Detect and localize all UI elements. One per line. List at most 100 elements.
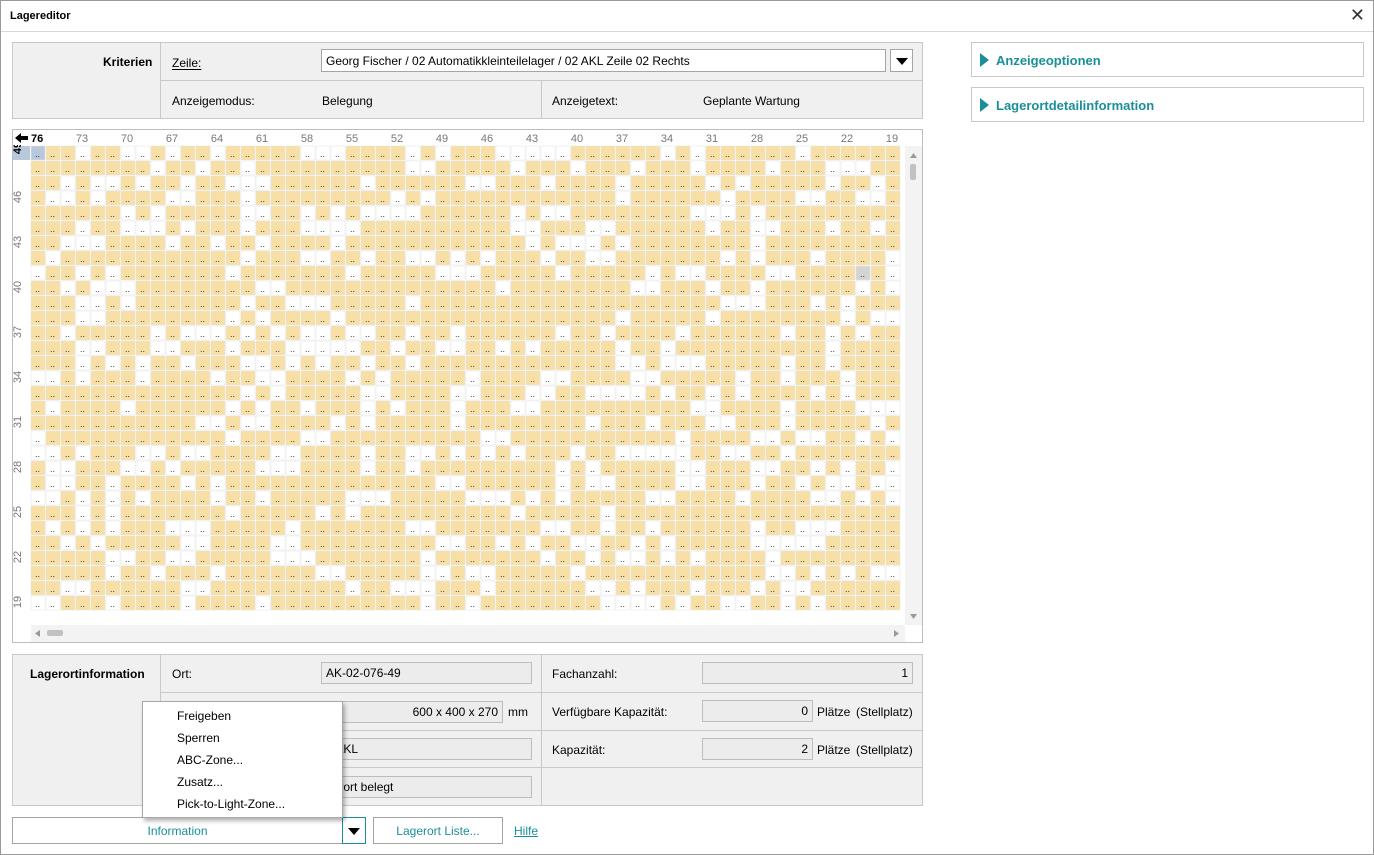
cell-marker: .. bbox=[230, 224, 235, 234]
available-capacity-unit-type: (Stellplatz) bbox=[856, 705, 913, 719]
cell-marker: .. bbox=[665, 359, 670, 369]
cell-marker: .. bbox=[155, 569, 160, 579]
cell-marker: .. bbox=[365, 404, 370, 414]
row-select[interactable]: Georg Fischer / 02 Automatikkleinteilela… bbox=[321, 49, 886, 72]
cell-marker: .. bbox=[350, 554, 355, 564]
cell-marker: .. bbox=[590, 434, 595, 444]
storage-grid[interactable]: ........................................… bbox=[12, 129, 923, 643]
cell-marker: .. bbox=[125, 599, 130, 609]
cell-marker: .. bbox=[740, 314, 745, 324]
column-label: 25 bbox=[796, 133, 808, 145]
cell-marker: .. bbox=[680, 194, 685, 204]
cell-marker: .. bbox=[545, 254, 550, 264]
cell-marker: .. bbox=[695, 344, 700, 354]
cell-marker: .. bbox=[440, 359, 445, 369]
cell-marker: .. bbox=[560, 389, 565, 399]
cell-marker: .. bbox=[455, 314, 460, 324]
cell-marker: .. bbox=[575, 329, 580, 339]
location-list-button[interactable]: Lagerort Liste... bbox=[373, 817, 503, 844]
cell-marker: .. bbox=[530, 149, 535, 159]
cell-marker: .. bbox=[740, 404, 745, 414]
cell-marker: .. bbox=[635, 554, 640, 564]
cell-marker: .. bbox=[485, 359, 490, 369]
column-label: 46 bbox=[481, 133, 493, 145]
menu-item-abc-zone[interactable]: ABC-Zone... bbox=[177, 753, 243, 767]
cell-marker: .. bbox=[440, 239, 445, 249]
cell-marker: .. bbox=[290, 179, 295, 189]
cell-marker: .. bbox=[155, 584, 160, 594]
cell-marker: .. bbox=[665, 179, 670, 189]
cell-marker: .. bbox=[35, 164, 40, 174]
menu-item-lock[interactable]: Sperren bbox=[177, 731, 220, 745]
storage-grid-canvas[interactable]: ........................................… bbox=[13, 130, 923, 643]
cell-marker: .. bbox=[410, 554, 415, 564]
cell-marker: .. bbox=[320, 164, 325, 174]
vertical-scroll-thumb[interactable] bbox=[910, 164, 916, 180]
cell-marker: .. bbox=[830, 164, 835, 174]
cell-marker: .. bbox=[530, 509, 535, 519]
cell-marker: .. bbox=[575, 239, 580, 249]
column-label: 67 bbox=[166, 133, 178, 145]
cell-marker: .. bbox=[530, 539, 535, 549]
cell-marker: .. bbox=[545, 299, 550, 309]
cell-marker: .. bbox=[170, 254, 175, 264]
cell-marker: .. bbox=[845, 239, 850, 249]
cell-marker: .. bbox=[785, 389, 790, 399]
cell-marker: .. bbox=[815, 329, 820, 339]
cell-marker: .. bbox=[545, 209, 550, 219]
capacity-field: 2 bbox=[702, 738, 813, 760]
cell-marker: .. bbox=[305, 179, 310, 189]
cell-marker: .. bbox=[215, 284, 220, 294]
cell-marker: .. bbox=[440, 494, 445, 504]
cell-marker: .. bbox=[635, 164, 640, 174]
cell-marker: .. bbox=[305, 494, 310, 504]
horizontal-scroll-thumb[interactable] bbox=[47, 630, 63, 636]
action-select[interactable]: Information bbox=[12, 817, 343, 844]
cell-marker: .. bbox=[575, 389, 580, 399]
cell-marker: .. bbox=[95, 524, 100, 534]
cell-marker: .. bbox=[725, 299, 730, 309]
cell-marker: .. bbox=[50, 209, 55, 219]
cell-marker: .. bbox=[875, 539, 880, 549]
cell-marker: .. bbox=[170, 149, 175, 159]
cell-marker: .. bbox=[455, 434, 460, 444]
menu-item-extra[interactable]: Zusatz... bbox=[177, 775, 223, 789]
cell-marker: .. bbox=[545, 239, 550, 249]
location-detail-expander[interactable]: Lagerortdetailinformation bbox=[971, 87, 1364, 122]
cell-marker: .. bbox=[320, 314, 325, 324]
cell-marker: .. bbox=[95, 419, 100, 429]
menu-item-pick-to-light-zone[interactable]: Pick-to-Light-Zone... bbox=[177, 797, 285, 811]
cell-marker: .. bbox=[740, 539, 745, 549]
cell-marker: .. bbox=[275, 164, 280, 174]
cell-marker: .. bbox=[170, 344, 175, 354]
action-select-dropdown-button[interactable] bbox=[342, 817, 366, 844]
cell-marker: .. bbox=[740, 299, 745, 309]
cell-marker: .. bbox=[380, 509, 385, 519]
display-options-expander[interactable]: Anzeigeoptionen bbox=[971, 42, 1364, 77]
cell-marker: .. bbox=[785, 434, 790, 444]
cell-marker: .. bbox=[830, 269, 835, 279]
row-select-dropdown-button[interactable] bbox=[890, 49, 913, 72]
cell-marker: .. bbox=[890, 509, 895, 519]
cell-marker: .. bbox=[785, 239, 790, 249]
cell-marker: .. bbox=[365, 494, 370, 504]
cell-marker: .. bbox=[125, 449, 130, 459]
cell-marker: .. bbox=[755, 479, 760, 489]
cell-marker: .. bbox=[725, 224, 730, 234]
vertical-scrollbar[interactable] bbox=[905, 146, 922, 625]
cell-marker: .. bbox=[320, 224, 325, 234]
cell-marker: .. bbox=[560, 434, 565, 444]
cell-marker: .. bbox=[860, 464, 865, 474]
cell-marker: .. bbox=[530, 284, 535, 294]
cell-marker: .. bbox=[215, 224, 220, 234]
cell-marker: .. bbox=[170, 314, 175, 324]
horizontal-scrollbar[interactable] bbox=[31, 625, 905, 642]
cell-marker: .. bbox=[830, 554, 835, 564]
cell-marker: .. bbox=[515, 299, 520, 309]
menu-item-release[interactable]: Freigeben bbox=[177, 709, 231, 723]
help-link[interactable]: Hilfe bbox=[514, 824, 538, 838]
cell-marker: .. bbox=[470, 584, 475, 594]
capacity-unit: Plätze bbox=[817, 743, 851, 757]
close-icon[interactable]: ✕ bbox=[1350, 5, 1365, 25]
cell-marker: .. bbox=[170, 299, 175, 309]
